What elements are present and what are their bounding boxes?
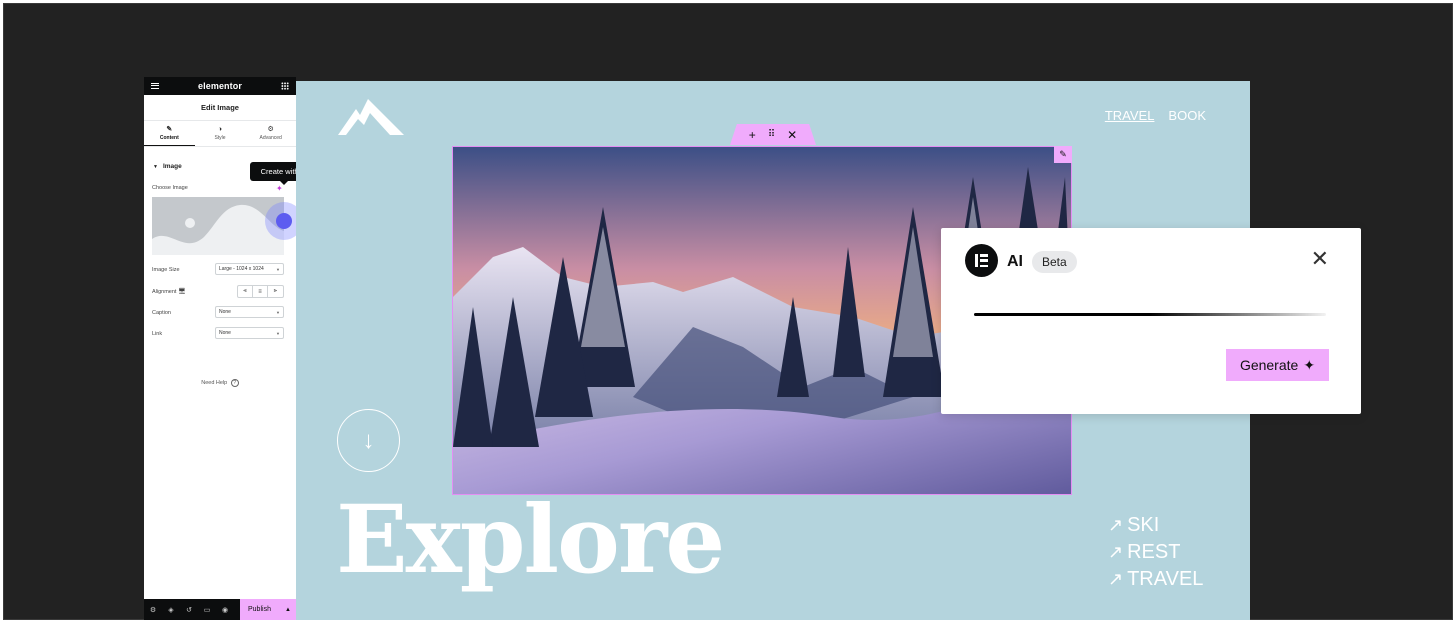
arrow-up-right-icon: ↗ (1108, 542, 1124, 562)
link-select[interactable]: None ▼ (215, 327, 284, 339)
publish-button[interactable]: Publish ▲ (240, 599, 296, 620)
close-icon[interactable]: ✕ (787, 128, 797, 142)
category-links: ↗ SKI ↗ REST ↗ TRAVEL (1108, 512, 1203, 593)
sidebar-topbar: elementor (144, 77, 296, 95)
image-size-label: Image Size (152, 267, 180, 273)
arrow-down-icon: ↓ (362, 426, 375, 454)
half-circle-icon: ◑ (217, 126, 223, 133)
image-size-select[interactable]: Large - 1024 x 1024 ▼ (215, 263, 284, 275)
ai-generate-panel: AI Beta ✕ Generate ✦ (941, 228, 1361, 414)
caption-value: None (219, 309, 231, 315)
link-rest-label: REST (1127, 541, 1181, 563)
link-ski-label: SKI (1127, 514, 1160, 536)
publish-label: Publish (248, 606, 271, 613)
apps-grid-icon[interactable] (280, 82, 289, 90)
add-icon[interactable]: + (749, 128, 756, 142)
menu-icon[interactable] (151, 83, 159, 89)
panel-tabs: ✎ Content ◑ Style ⚙ Advanced (144, 121, 296, 147)
scroll-down-button[interactable]: ↓ (337, 409, 400, 472)
arrow-up-right-icon: ↗ (1108, 515, 1124, 535)
gear-icon: ⚙ (267, 126, 274, 133)
settings-icon[interactable]: ⚙ (144, 606, 162, 614)
preview-eye-icon[interactable]: ◉ (216, 606, 234, 614)
hero-headline: Explore (336, 485, 725, 595)
section-handle[interactable]: + ⠿ ✕ (730, 124, 816, 145)
align-left-icon[interactable]: ⫷ (238, 286, 253, 297)
caption-select[interactable]: None ▼ (215, 306, 284, 318)
image-placeholder[interactable] (152, 197, 284, 255)
image-size-value: Large - 1024 x 1024 (219, 266, 264, 272)
link-label: Link (152, 331, 163, 337)
align-center-icon[interactable]: ≡ (253, 286, 268, 297)
link-travel[interactable]: ↗ TRAVEL (1108, 566, 1203, 593)
elementor-logo-icon (965, 244, 998, 277)
link-travel-label: TRAVEL (1127, 568, 1204, 590)
generate-button[interactable]: Generate ✦ (1226, 349, 1329, 381)
align-right-icon[interactable]: ⫸ (268, 286, 283, 297)
nav-travel[interactable]: TRAVEL (1105, 108, 1155, 123)
placeholder-image-icon (152, 197, 284, 255)
responsive-icon[interactable]: ▭ (198, 606, 216, 614)
sidebar-footer: ⚙ ◈ ↺ ▭ ◉ Publish ▲ (144, 599, 296, 620)
drag-handle-icon[interactable]: ⠿ (768, 129, 775, 140)
site-nav: TRAVEL BOOK (1105, 108, 1206, 123)
caret-down-icon: ▼ (153, 163, 158, 170)
panel-title: Edit Image (144, 95, 296, 121)
arrow-up-right-icon: ↗ (1108, 569, 1124, 589)
ai-panel-title: AI (1007, 253, 1023, 270)
pencil-icon: ✎ (166, 125, 173, 133)
alignment-control: ⫷ ≡ ⫸ (237, 285, 284, 298)
loading-progress-bar (974, 313, 1326, 316)
tab-style-label: Style (214, 135, 226, 141)
section-image-header[interactable]: ▼ Image (153, 163, 182, 170)
brand-logo: elementor (198, 81, 242, 91)
tab-style[interactable]: ◑ Style (195, 121, 246, 146)
section-image-title: Image (162, 163, 182, 170)
close-icon[interactable]: ✕ (1311, 248, 1329, 270)
link-value: None (219, 330, 231, 336)
mountain-logo-icon (338, 99, 404, 135)
tab-advanced[interactable]: ⚙ Advanced (245, 121, 296, 146)
alignment-label-text: Alignment (152, 289, 177, 295)
history-icon[interactable]: ↺ (180, 606, 198, 614)
sparkle-icon: ✦ (1303, 356, 1316, 373)
beta-badge: Beta (1032, 251, 1077, 273)
tab-advanced-label: Advanced (259, 135, 282, 141)
nav-book[interactable]: BOOK (1168, 108, 1206, 123)
chevron-down-icon: ▼ (276, 330, 280, 336)
desktop-icon: 🖥 (178, 289, 186, 295)
caption-label: Caption (152, 310, 171, 316)
chevron-up-icon[interactable]: ▲ (285, 607, 291, 613)
tab-content[interactable]: ✎ Content (144, 121, 195, 146)
tab-content-label: Content (159, 134, 179, 141)
help-icon: ? (230, 379, 239, 387)
chevron-down-icon: ▼ (276, 309, 280, 315)
generate-label: Generate (1239, 357, 1299, 373)
ai-sparkle-icon[interactable]: ✦ (276, 184, 283, 193)
need-help-label: Need Help (201, 380, 228, 386)
link-ski[interactable]: ↗ SKI (1108, 512, 1203, 539)
edit-pencil-icon[interactable]: ✎ (1054, 146, 1072, 163)
need-help-link[interactable]: Need Help ? (144, 379, 296, 387)
editor-sidebar: elementor Edit Image ✎ Content ◑ Style ⚙… (144, 77, 303, 620)
layers-icon[interactable]: ◈ (162, 606, 180, 614)
link-rest[interactable]: ↗ REST (1108, 539, 1203, 566)
cursor-pointer (276, 213, 292, 229)
alignment-label: Alignment 🖥 (152, 288, 186, 295)
chevron-down-icon: ▼ (276, 266, 280, 272)
choose-image-label: Choose Image (152, 185, 188, 191)
